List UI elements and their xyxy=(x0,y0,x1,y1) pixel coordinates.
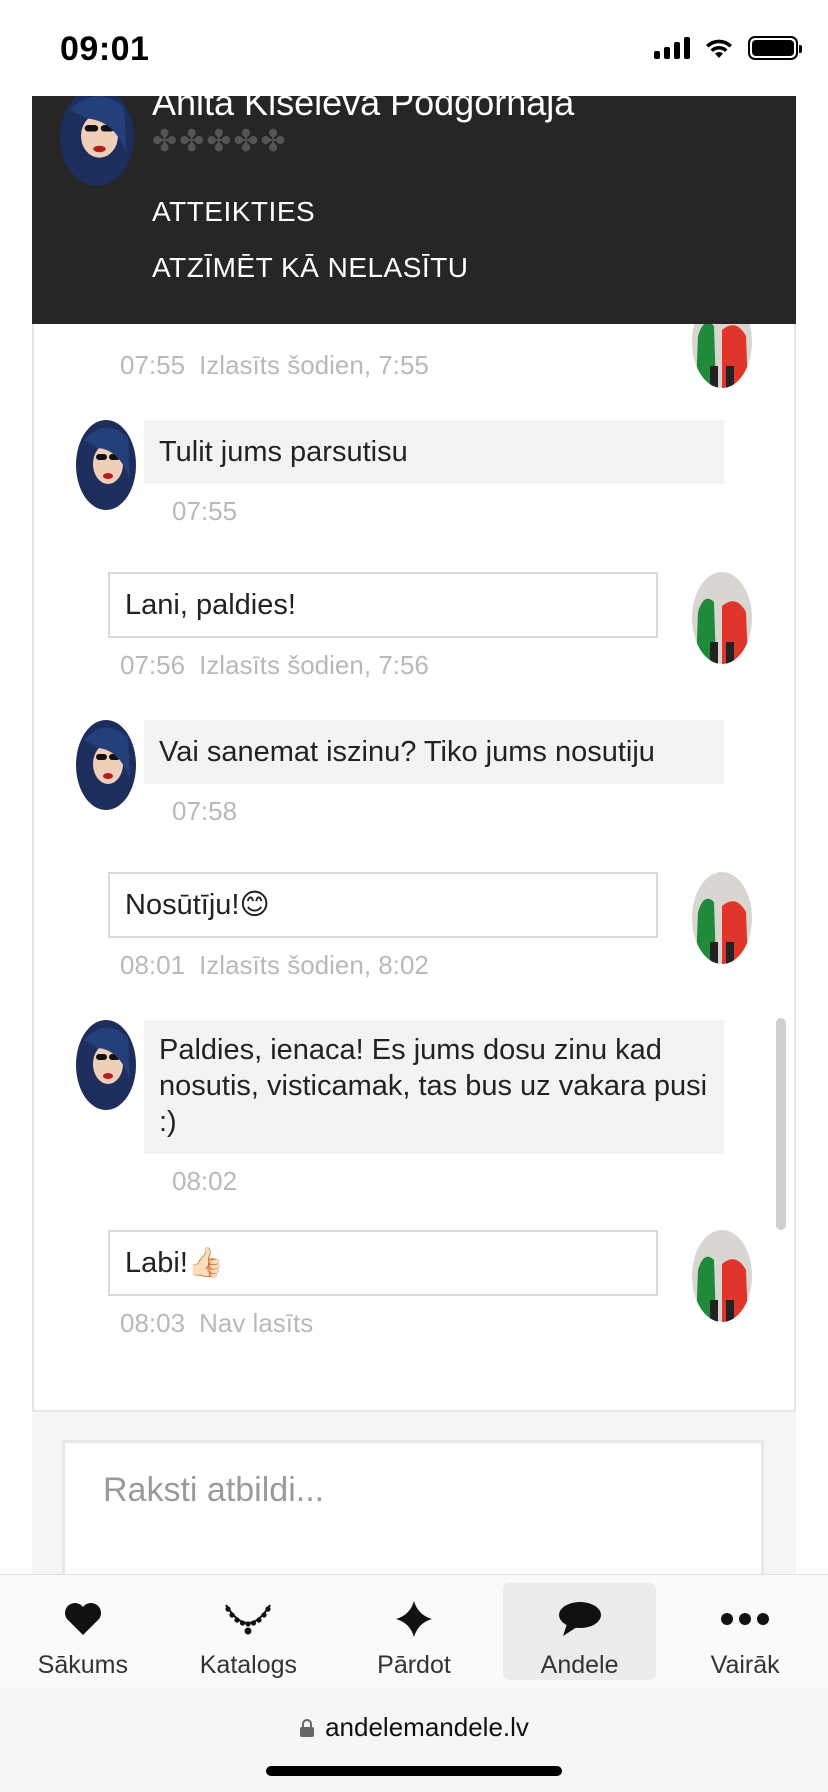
message-text: Paldies, ienaca! Es jums dosu zinu kad n… xyxy=(159,1034,708,1138)
more-dots-icon xyxy=(720,1599,770,1639)
status-icons xyxy=(654,36,802,60)
rating-stars-icon: ✤✤✤✤✤ xyxy=(152,125,288,158)
conversation-header: Anita Kiseleva Podgornaja ✤✤✤✤✤ ATTEIKTI… xyxy=(32,96,796,324)
nav-item-andele[interactable]: Andele xyxy=(497,1575,663,1688)
message-text: Nosūtīju!😊 xyxy=(125,889,270,921)
message-bubble-outgoing: Nosūtīju!😊 xyxy=(108,872,658,938)
nav-item-sakums[interactable]: Sākums xyxy=(0,1575,166,1688)
status-time: 09:01 xyxy=(60,30,150,68)
message-meta: 08:01 Izlasīts šodien, 8:02 xyxy=(120,950,429,981)
message-bubble-incoming: Tulit jums parsutisu xyxy=(144,420,724,484)
message-text: Lani, paldies! xyxy=(125,589,296,621)
url-display[interactable]: andelemandele.lv xyxy=(0,1712,828,1743)
message-meta: 07:56 Izlasīts šodien, 7:56 xyxy=(120,650,429,681)
message-meta: 08:03 Nav lasīts xyxy=(120,1308,313,1339)
wifi-icon xyxy=(706,39,732,58)
read-status: Izlasīts šodien, 7:56 xyxy=(199,650,429,680)
avatar-me[interactable] xyxy=(692,572,752,664)
nav-item-pardot[interactable]: Pārdot xyxy=(331,1575,497,1688)
message-meta: 08:02 xyxy=(172,1166,237,1197)
read-status: Izlasīts šodien, 7:55 xyxy=(199,350,429,380)
battery-icon xyxy=(748,36,802,60)
heart-icon xyxy=(63,1599,103,1639)
chat-scrollbar[interactable] xyxy=(776,1018,786,1230)
url-text: andelemandele.lv xyxy=(325,1712,529,1742)
status-bar: 09:01 xyxy=(0,0,828,96)
message-text: Vai sanemat iszinu? Tiko jums nosutiju xyxy=(159,736,655,768)
read-status: Izlasīts šodien, 8:02 xyxy=(199,950,429,980)
avatar-seller[interactable] xyxy=(76,1020,136,1110)
decline-menu-item[interactable]: ATTEIKTIES xyxy=(152,196,315,228)
header-avatar[interactable] xyxy=(60,96,134,186)
message-bubble-incoming: Vai sanemat iszinu? Tiko jums nosutiju xyxy=(144,720,724,784)
diamond-cross-icon xyxy=(394,1599,434,1639)
avatar-me[interactable] xyxy=(692,1230,752,1322)
bottom-navigation: Sākums Katalogs Pārdot Andele Vairāk xyxy=(0,1574,828,1688)
message-bubble-outgoing: Lani, paldies! xyxy=(108,572,658,638)
message-time: 08:03 xyxy=(120,1308,186,1338)
lock-icon xyxy=(300,1718,315,1737)
message-time: 07:58 xyxy=(172,796,238,826)
nav-label: Sākums xyxy=(37,1651,128,1679)
home-indicator[interactable] xyxy=(266,1766,562,1776)
message-text: Labi!👍🏻 xyxy=(125,1247,224,1279)
nav-label: Katalogs xyxy=(199,1651,298,1679)
message-time: 08:02 xyxy=(172,1166,238,1196)
nav-label: Pārdot xyxy=(377,1651,451,1679)
nav-label: Andele xyxy=(540,1651,619,1679)
message-text: Tulit jums parsutisu xyxy=(159,436,408,468)
message-time: 07:55 xyxy=(172,496,238,526)
chat-bubble-icon xyxy=(557,1599,603,1639)
avatar-seller[interactable] xyxy=(76,420,136,510)
read-status: Nav lasīts xyxy=(199,1308,314,1338)
avatar-seller[interactable] xyxy=(76,720,136,810)
message-time: 07:56 xyxy=(120,650,186,680)
reply-area xyxy=(32,1410,796,1600)
nav-label: Vairāk xyxy=(710,1651,780,1679)
necklace-icon xyxy=(222,1599,274,1639)
message-meta: 07:55 xyxy=(172,496,237,527)
cellular-signal-icon xyxy=(654,37,690,59)
message-time: 07:55 xyxy=(120,350,186,380)
message-meta: 07:55 Izlasīts šodien, 7:55 xyxy=(120,350,429,381)
message-meta: 07:58 xyxy=(172,796,237,827)
message-time: 08:01 xyxy=(120,950,186,980)
nav-item-vairak[interactable]: Vairāk xyxy=(662,1575,828,1688)
mark-unread-menu-item[interactable]: ATZĪMĒT KĀ NELASĪTU xyxy=(152,252,469,284)
nav-item-katalogs[interactable]: Katalogs xyxy=(166,1575,332,1688)
message-bubble-outgoing: Labi!👍🏻 xyxy=(108,1230,658,1296)
avatar-me[interactable] xyxy=(692,872,752,964)
browser-url-bar[interactable]: andelemandele.lv xyxy=(0,1688,828,1792)
message-bubble-incoming: Paldies, ienaca! Es jums dosu zinu kad n… xyxy=(144,1020,724,1154)
conversation-user-name[interactable]: Anita Kiseleva Podgornaja xyxy=(152,96,574,124)
